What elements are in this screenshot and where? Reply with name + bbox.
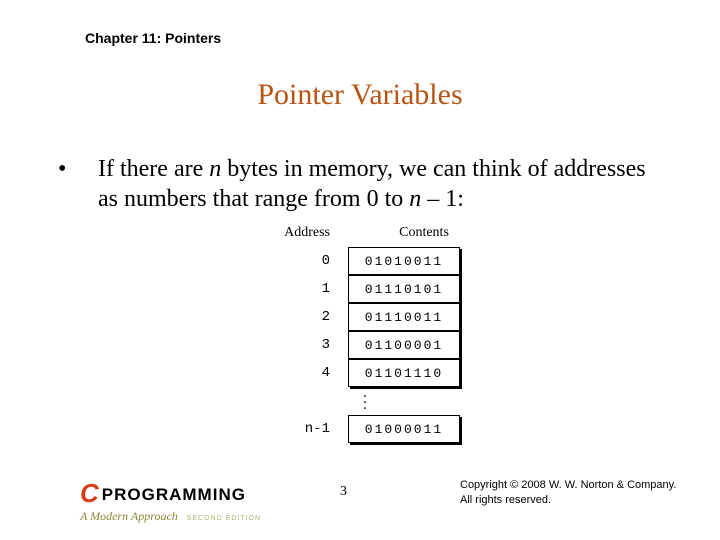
- logo-text: PROGRAMMING: [102, 485, 246, 504]
- footer: CPROGRAMMING A Modern Approach SECOND ED…: [80, 476, 680, 526]
- memory-contents: 01000011: [348, 415, 460, 443]
- bullet-marker: •: [78, 154, 98, 184]
- memory-contents: 01010011: [348, 247, 460, 275]
- memory-address: 0: [260, 253, 348, 269]
- memory-contents: 01110101: [348, 275, 460, 303]
- memory-contents: 01110011: [348, 303, 460, 331]
- copyright-line2: All rights reserved.: [460, 493, 676, 508]
- logo-c: C: [80, 478, 100, 508]
- memory-row: n-1 01000011: [260, 415, 500, 443]
- bullet-post: – 1:: [421, 186, 464, 212]
- bullet-text: •If there are n bytes in memory, we can …: [78, 154, 660, 214]
- memory-row: 0 01010011: [260, 247, 500, 275]
- copyright: Copyright © 2008 W. W. Norton & Company.…: [460, 478, 676, 508]
- memory-address: 4: [260, 365, 348, 381]
- diagram-header-address: Address: [260, 225, 348, 241]
- bullet-n1: n: [209, 156, 221, 182]
- bullet-n2: n: [409, 186, 421, 212]
- memory-row: 2 01110011: [260, 303, 500, 331]
- bullet-pre: If there are: [98, 156, 209, 182]
- ellipsis-icon: ...: [330, 387, 400, 415]
- memory-address: n-1: [260, 421, 348, 437]
- memory-address: 3: [260, 337, 348, 353]
- memory-row: 4 01101110: [260, 359, 500, 387]
- memory-address: 1: [260, 281, 348, 297]
- copyright-line1: Copyright © 2008 W. W. Norton & Company.: [460, 478, 676, 493]
- diagram-header-contents: Contents: [348, 225, 500, 241]
- chapter-label: Chapter 11: Pointers: [85, 30, 221, 46]
- slide-title: Pointer Variables: [0, 78, 720, 112]
- logo-subtitle: A Modern Approach: [80, 509, 178, 523]
- memory-address: 2: [260, 309, 348, 325]
- logo-edition: SECOND EDITION: [187, 515, 261, 522]
- book-logo: CPROGRAMMING A Modern Approach SECOND ED…: [80, 478, 261, 524]
- memory-row: 1 01110101: [260, 275, 500, 303]
- memory-contents: 01100001: [348, 331, 460, 359]
- page-number: 3: [340, 484, 347, 500]
- memory-diagram: Address Contents 0 01010011 1 01110101 2…: [260, 225, 500, 443]
- memory-row: 3 01100001: [260, 331, 500, 359]
- memory-contents: 01101110: [348, 359, 460, 387]
